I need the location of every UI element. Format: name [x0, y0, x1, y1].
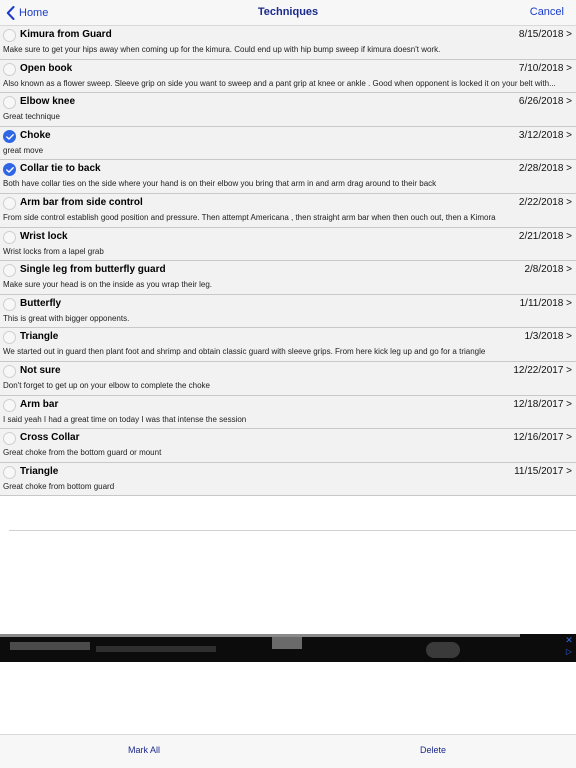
list-item-note: We started out in guard then plant foot …: [3, 347, 486, 357]
list-item-note: Both have collar ties on the side where …: [3, 179, 437, 189]
empty-circle-icon[interactable]: [3, 465, 16, 479]
list-item-date: 8/15/2018 >: [518, 29, 572, 40]
ad-image-region: [272, 637, 302, 649]
list-item-title: Elbow knee: [20, 96, 76, 108]
list-item-note: Also known as a flower sweep. Sleeve gri…: [3, 78, 556, 88]
list-item-note: Great technique: [3, 112, 60, 122]
empty-circle-icon[interactable]: [3, 398, 16, 412]
list-item-note: Make sure to get your hips away when com…: [3, 45, 441, 54]
list-item-note: great move: [3, 145, 44, 155]
list-item-date: 2/21/2018 >: [518, 230, 572, 242]
list-item-title: Arm bar from side control: [20, 196, 143, 208]
empty-circle-icon[interactable]: [3, 196, 16, 210]
list-item-title: Collar tie to back: [20, 163, 101, 175]
list-item[interactable]: Single leg from butterfly guard 2/8/2018 …: [0, 261, 576, 295]
empty-circle-icon[interactable]: [3, 297, 16, 311]
ad-choices-icon[interactable]: ▷: [564, 647, 574, 657]
list-item[interactable]: Kimura from Guard 8/15/2018 > Make sure to…: [0, 26, 576, 60]
list-item-title: Open book: [20, 62, 73, 74]
list-item-title: Arm bar: [20, 398, 59, 410]
ad-image-region: [426, 642, 460, 658]
list-item[interactable]: Elbow knee 6/26/2018 > Great technique: [0, 93, 576, 127]
ad-image-region: [10, 642, 90, 650]
bottom-toolbar: Mark All Delete: [0, 734, 576, 768]
list-item-note: This is great with bigger opponents.: [3, 313, 130, 323]
list-item-title: Cross Collar: [20, 432, 80, 444]
list-item-note: From side control establish good positio…: [3, 212, 496, 222]
ad-close-icon[interactable]: ✕: [564, 635, 574, 645]
divider: [9, 530, 576, 531]
empty-circle-icon[interactable]: [3, 96, 16, 110]
list-item[interactable]: Triangle 11/15/2017 > Great choke from bot…: [0, 462, 576, 497]
list-item-date: 1/11/2018 >: [519, 297, 572, 309]
list-item[interactable]: Arm bar 12/18/2017 > I said yeah I had a g…: [0, 395, 576, 430]
mark-all-button[interactable]: Mark All: [128, 745, 160, 755]
list-item-title: Not sure: [20, 364, 61, 376]
technique-list: Kimura from Guard 8/15/2018 > Make sure to…: [0, 26, 576, 497]
list-item[interactable]: Open book 7/10/2018 > Also known as a flow…: [0, 59, 576, 94]
list-item[interactable]: Triangle 1/3/2018 > We started out in guar…: [0, 328, 576, 362]
checkmark-circle-icon[interactable]: [3, 163, 16, 177]
list-item-date: 12/18/2017 >: [513, 398, 572, 410]
list-item[interactable]: Arm bar from side control 2/22/2018 > From…: [0, 193, 576, 228]
list-item-title: Kimura from Guard: [20, 29, 112, 40]
list-item-title: Triangle: [20, 331, 59, 343]
list-item-date: 2/22/2018 >: [518, 196, 572, 208]
list-item-note: Great choke from the bottom guard or mou…: [3, 448, 162, 458]
ad-image-region: [96, 646, 216, 652]
list-item[interactable]: Not sure 12/22/2017 > Don't forget to get …: [0, 361, 576, 396]
list-item-date: 2/8/2018 >: [524, 264, 572, 276]
list-item-date: 7/10/2018 >: [518, 62, 572, 74]
list-item-title: Wrist lock: [20, 230, 68, 242]
list-item[interactable]: Collar tie to back 2/28/2018 > Both have c…: [0, 160, 576, 194]
list-item-date: 12/22/2017 >: [513, 364, 572, 376]
navigation-bar: Home Techniques Cancel: [0, 0, 576, 26]
list-item-date: 11/15/2017 >: [514, 465, 572, 477]
empty-circle-icon[interactable]: [3, 29, 16, 42]
list-item-title: Butterfly: [20, 297, 62, 309]
empty-circle-icon[interactable]: [3, 62, 16, 76]
ad-banner[interactable]: ✕ ▷: [0, 634, 576, 662]
list-item[interactable]: Choke 3/12/2018 > great move: [0, 126, 576, 161]
list-item-date: 12/16/2017 >: [513, 432, 572, 444]
cancel-button[interactable]: Cancel: [530, 6, 564, 18]
list-item-note: I said yeah I had a great time on today …: [3, 414, 247, 424]
page-title: Techniques: [257, 6, 319, 18]
list-item[interactable]: Wrist lock 2/21/2018 > Wrist locks from a …: [0, 227, 576, 262]
list-item-date: 1/3/2018 >: [524, 331, 572, 343]
empty-circle-icon[interactable]: [3, 331, 16, 345]
list-item-title: Choke: [20, 129, 51, 141]
delete-button[interactable]: Delete: [420, 745, 446, 755]
list-item-date: 6/26/2018 >: [518, 96, 572, 108]
checkmark-circle-icon[interactable]: [3, 129, 16, 143]
list-item-date: 2/28/2018 >: [518, 163, 572, 175]
list-item[interactable]: Butterfly 1/11/2018 > This is great with b…: [0, 294, 576, 329]
list-item-title: Single leg from butterfly guard: [20, 264, 166, 276]
list-item-date: 3/12/2018 >: [518, 129, 572, 141]
list-item[interactable]: Cross Collar 12/16/2017 > Great choke from…: [0, 429, 576, 463]
list-item-title: Triangle: [20, 465, 59, 477]
empty-circle-icon[interactable]: [3, 364, 16, 378]
list-item-note: Make sure your head is on the inside as …: [3, 280, 213, 290]
list-item-note: Wrist locks from a lapel grab: [3, 246, 104, 256]
empty-circle-icon[interactable]: [3, 230, 16, 244]
empty-circle-icon[interactable]: [3, 264, 16, 278]
list-item-note: Don't forget to get up on your elbow to …: [3, 380, 210, 390]
ad-image-strip: [0, 634, 520, 637]
list-item-note: Great choke from bottom guard: [3, 481, 115, 491]
empty-circle-icon[interactable]: [3, 432, 16, 446]
